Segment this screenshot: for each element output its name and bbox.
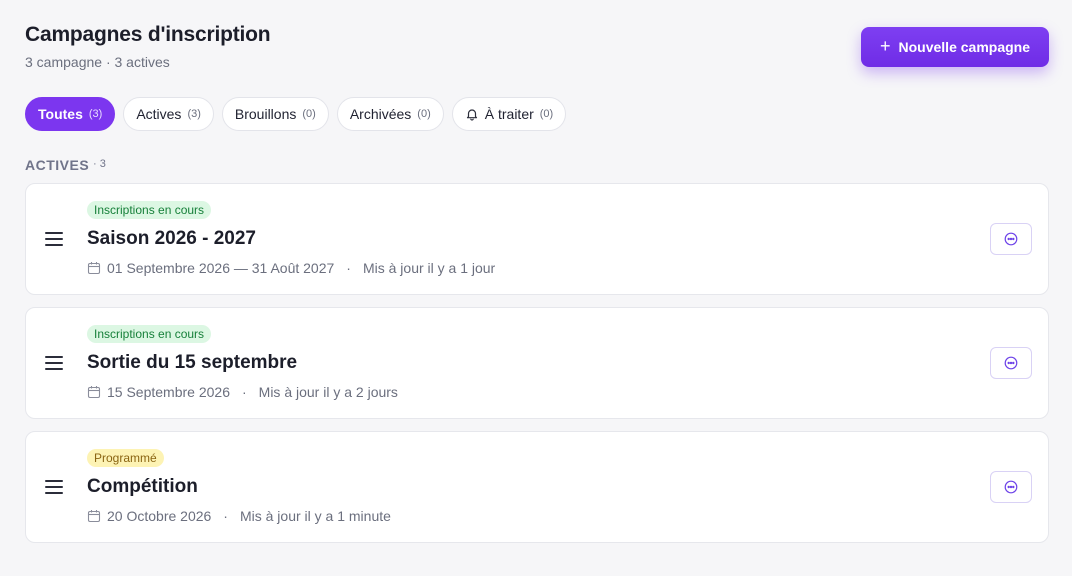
campaign-card[interactable]: Inscriptions en cours Saison 2026 - 2027… bbox=[25, 183, 1049, 295]
campaign-dates: 01 Septembre 2026 — 31 Août 2027 bbox=[107, 260, 335, 276]
new-campaign-label: Nouvelle campagne bbox=[898, 39, 1031, 55]
status-badge: Inscriptions en cours bbox=[87, 325, 212, 343]
separator-dot: · bbox=[346, 260, 351, 276]
filter-count: (0) bbox=[539, 108, 554, 120]
section-title: ACTIVES bbox=[25, 157, 90, 173]
campaign-dates: 15 Septembre 2026 bbox=[107, 384, 230, 400]
filter-count: (0) bbox=[417, 108, 431, 120]
campaign-card[interactable]: Inscriptions en cours Sortie du 15 septe… bbox=[25, 307, 1049, 419]
filter-label: Archivées bbox=[349, 106, 412, 122]
more-options-button[interactable] bbox=[990, 347, 1032, 379]
campaign-title: Sortie du 15 septembre bbox=[87, 352, 298, 373]
filter-label: À traiter bbox=[484, 106, 534, 122]
more-options-button[interactable] bbox=[990, 223, 1032, 255]
ellipsis-circle-icon bbox=[1004, 356, 1018, 370]
status-badge: Inscriptions en cours bbox=[87, 201, 212, 219]
filter-count: (3) bbox=[187, 108, 201, 120]
filter-label: Actives bbox=[136, 106, 182, 122]
filter-label: Brouillons bbox=[234, 106, 297, 122]
campaign-updated: Mis à jour il y a 2 jours bbox=[258, 384, 398, 400]
ellipsis-circle-icon bbox=[1004, 232, 1018, 246]
page-title: Campagnes d'inscription bbox=[25, 23, 271, 46]
calendar-icon bbox=[87, 262, 101, 275]
campaign-meta: 20 Octobre 2026 · Mis à jour il y a 1 mi… bbox=[87, 508, 391, 524]
plus-icon: + bbox=[879, 36, 891, 56]
filter-drafts[interactable]: Brouillons (0) bbox=[221, 97, 329, 131]
campaign-meta: 01 Septembre 2026 — 31 Août 2027 · Mis à… bbox=[87, 260, 495, 276]
section-count: · 3 bbox=[93, 158, 106, 170]
filter-count: (0) bbox=[302, 108, 316, 120]
new-campaign-button[interactable]: + Nouvelle campagne bbox=[861, 27, 1049, 67]
page-header: Campagnes d'inscription 3 campagne · 3 a… bbox=[25, 22, 271, 71]
campaign-dates: 20 Octobre 2026 bbox=[107, 508, 212, 524]
campaign-updated: Mis à jour il y a 1 minute bbox=[239, 508, 391, 524]
campaign-updated: Mis à jour il y a 1 jour bbox=[362, 260, 496, 276]
page-subtitle: 3 campagne · 3 actives bbox=[25, 54, 170, 70]
status-badge: Programmé bbox=[87, 449, 164, 467]
campaign-title: Compétition bbox=[87, 476, 198, 497]
calendar-icon bbox=[87, 386, 101, 399]
filter-archived[interactable]: Archivées (0) bbox=[336, 97, 444, 131]
more-options-button[interactable] bbox=[990, 471, 1032, 503]
filter-active[interactable]: Actives (3) bbox=[123, 97, 214, 131]
separator-dot: · bbox=[241, 384, 247, 400]
drag-handle-icon[interactable] bbox=[45, 356, 63, 370]
separator-dot: · bbox=[223, 508, 228, 524]
campaign-card[interactable]: Programmé Compétition 20 Octobre 2026 · … bbox=[25, 431, 1049, 543]
ellipsis-circle-icon bbox=[1004, 480, 1018, 494]
bell-icon bbox=[465, 107, 479, 121]
campaign-title: Saison 2026 - 2027 bbox=[87, 228, 256, 249]
drag-handle-icon[interactable] bbox=[45, 480, 63, 494]
calendar-icon bbox=[87, 510, 101, 523]
filter-tabs: Toutes (3) Actives (3) Brouillons (0) Ar… bbox=[25, 97, 567, 131]
drag-handle-icon[interactable] bbox=[45, 232, 63, 246]
filter-to-process[interactable]: À traiter (0) bbox=[451, 97, 567, 131]
campaign-meta: 15 Septembre 2026 · Mis à jour il y a 2 … bbox=[87, 384, 398, 400]
filter-all[interactable]: Toutes (3) bbox=[25, 97, 116, 131]
filter-label: Toutes bbox=[38, 106, 83, 122]
filter-count: (3) bbox=[88, 108, 103, 120]
